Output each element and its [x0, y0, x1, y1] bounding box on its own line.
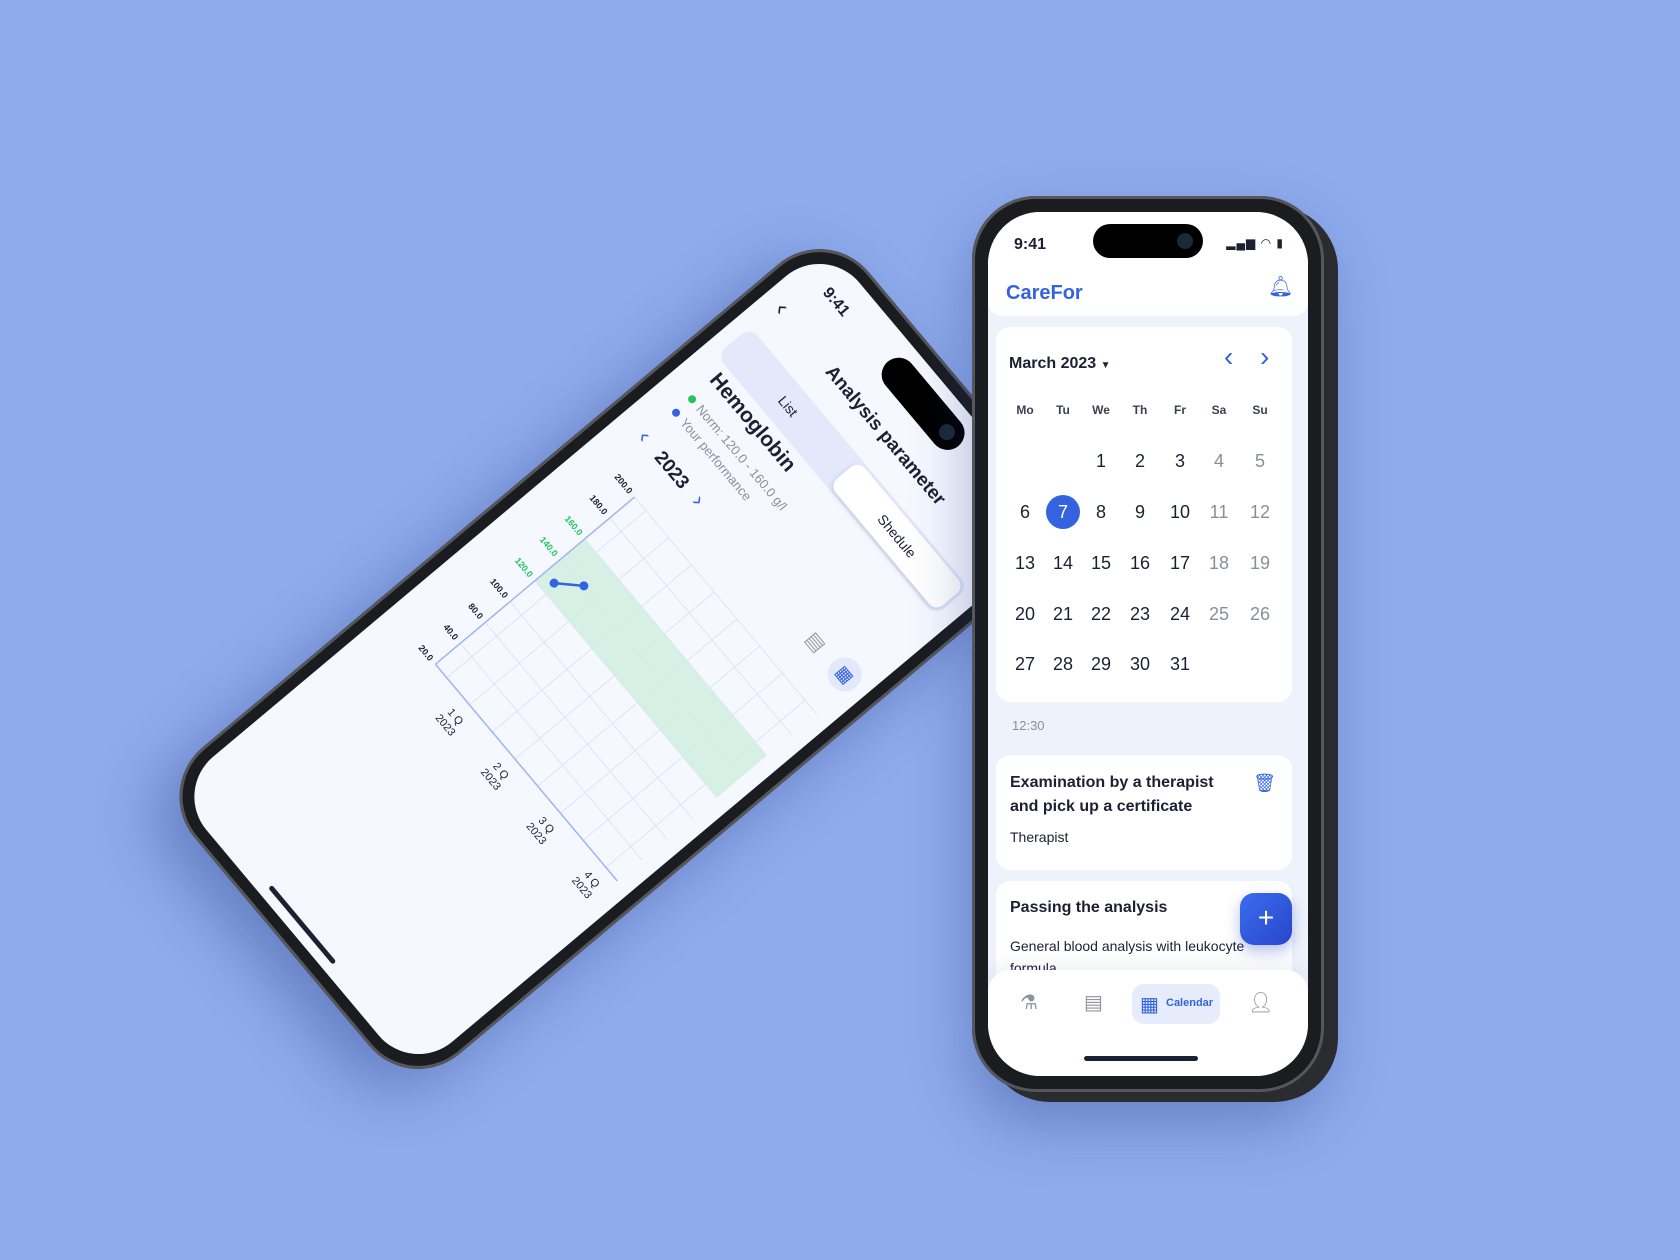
calendar-day[interactable]: 30	[1122, 647, 1158, 681]
y-tick-label: 200.0	[612, 472, 634, 496]
calendar-day[interactable]: 7	[1046, 495, 1080, 529]
analysis-screen: 9:41 ▂▄▆ ◠ ▮ ‹ Analysis parameter List S…	[173, 242, 1065, 1076]
calendar-day[interactable]: 21	[1045, 597, 1081, 631]
calendar-day[interactable]: 1	[1083, 444, 1119, 478]
calendar-day[interactable]: 20	[1007, 597, 1043, 631]
weekday-label: Sa	[1211, 403, 1227, 417]
year-label: 2023	[649, 447, 694, 494]
calendar-day[interactable]: 5	[1242, 444, 1278, 478]
calendar-day[interactable]: 24	[1162, 597, 1198, 631]
calendar-day[interactable]: 15	[1083, 546, 1119, 580]
calendar-day[interactable]: 18	[1201, 546, 1237, 580]
calendar-day[interactable]: 8	[1083, 495, 1119, 529]
weekday-label: Tu	[1056, 403, 1070, 417]
status-time: 9:41	[1014, 236, 1047, 253]
calendar-day[interactable]: 17	[1162, 546, 1198, 580]
tab-shedule[interactable]: Shedule	[829, 460, 965, 612]
calendar-day[interactable]: 23	[1122, 597, 1158, 631]
trash-icon[interactable]: 🗑︎	[1253, 773, 1276, 794]
hemoglobin-chart: 20.0 40.0 80.0100.0120.0140.0160.0180.0200…	[416, 472, 817, 901]
calendar-day[interactable]: 6	[1007, 495, 1043, 529]
green-dot-icon	[686, 393, 698, 405]
prev-year-chevron-icon[interactable]: ‹	[632, 425, 657, 447]
brand-logo: CareFor	[1006, 282, 1083, 304]
calendar-day[interactable]: 16	[1122, 546, 1158, 580]
profile-icon[interactable]: 👤︎	[1248, 990, 1273, 1015]
weekday-label: Fr	[1174, 403, 1186, 417]
calendar-day[interactable]: 31	[1162, 647, 1198, 681]
calendar-day[interactable]: 26	[1242, 597, 1278, 631]
calendar-day[interactable]: 4	[1201, 444, 1237, 478]
bottom-nav: ⚗ ▤ ▦ Calendar 👤︎	[988, 970, 1308, 1076]
calendar-screen: 9:41 ▂▄▆ ◠ ▮ CareFor 🔔︎ March 2023 ▼ ‹ ›…	[988, 212, 1308, 1076]
event-card[interactable]: Examination by a therapist and pick up a …	[996, 755, 1292, 870]
blue-dot-icon	[670, 407, 682, 419]
left-phone: 9:41 ▂▄▆ ◠ ▮ ‹ Analysis parameter List S…	[153, 222, 1085, 1096]
nav-label: Calendar	[1166, 997, 1214, 1009]
weekday-label: Su	[1252, 403, 1268, 417]
calendar-day[interactable]: 25	[1201, 597, 1237, 631]
weekday-label: We	[1092, 403, 1110, 417]
event-title: Examination by a therapist and pick up a …	[1010, 774, 1214, 815]
calendar-day[interactable]: 10	[1162, 495, 1198, 529]
calendar-day[interactable]: 2	[1122, 444, 1158, 478]
add-event-button[interactable]: +	[1240, 893, 1292, 945]
calendar-day[interactable]: 27	[1007, 647, 1043, 681]
bell-icon[interactable]: 🔔︎	[1268, 274, 1293, 299]
time-slot-label: 12:30	[1012, 718, 1045, 733]
calendar-day[interactable]: 13	[1007, 546, 1043, 580]
dynamic-island	[1093, 224, 1203, 258]
calendar-day[interactable]: 28	[1045, 647, 1081, 681]
month-selector[interactable]: March 2023 ▼	[1009, 355, 1111, 373]
list-icon[interactable]: ▤	[800, 627, 831, 658]
calendar-day[interactable]: 3	[1162, 444, 1198, 478]
calendar-day[interactable]: 19	[1242, 546, 1278, 580]
event-subtitle: Therapist	[1010, 829, 1069, 845]
calendar-day[interactable]: 22	[1083, 597, 1119, 631]
caret-down-icon: ▼	[1100, 360, 1111, 371]
y-tick-label: 140.0	[538, 535, 560, 559]
next-month-chevron-icon[interactable]: ›	[1260, 341, 1269, 373]
home-indicator	[268, 884, 337, 965]
calendar-icon: ▦	[1140, 994, 1159, 1016]
home-indicator	[1084, 1056, 1198, 1061]
prev-month-chevron-icon[interactable]: ‹	[1224, 341, 1233, 373]
calendar-icon[interactable]: ▦	[820, 650, 869, 699]
y-tick-label: 100.0	[488, 576, 510, 600]
y-tick-label: 160.0	[563, 514, 585, 538]
calendar-day[interactable]: 11	[1201, 495, 1237, 529]
calendar-day[interactable]: 14	[1045, 546, 1081, 580]
y-tick-label: 180.0	[588, 493, 610, 517]
weekday-label: Th	[1132, 403, 1148, 417]
right-phone: 9:41 ▂▄▆ ◠ ▮ CareFor 🔔︎ March 2023 ▼ ‹ ›…	[972, 196, 1324, 1092]
event-title: Passing the analysis	[1010, 899, 1168, 916]
nav-item-calendar[interactable]: ▦ Calendar	[1132, 984, 1220, 1024]
calendar-card: March 2023 ▼ ‹ › Mo Tu We Th Fr Sa Su 1 2 3 4 5 6 7 8 9…	[996, 327, 1292, 702]
y-tick-label: 40.0	[441, 622, 460, 642]
analysis-list-icon[interactable]: ▤	[1084, 990, 1103, 1015]
y-tick-label: 20.0	[416, 643, 435, 663]
microscope-icon[interactable]: ⚗	[1020, 990, 1038, 1015]
y-tick-label: 120.0	[513, 556, 535, 580]
y-tick-label: 80.0	[466, 601, 485, 621]
weekday-label: Mo	[1016, 403, 1034, 417]
status-icons: ▂▄▆ ◠ ▮	[1226, 236, 1284, 250]
calendar-day[interactable]: 9	[1122, 495, 1158, 529]
calendar-day[interactable]: 29	[1083, 647, 1119, 681]
status-time: 9:41	[819, 284, 853, 320]
calendar-day[interactable]: 12	[1242, 495, 1278, 529]
next-year-chevron-icon[interactable]: ›	[686, 489, 711, 511]
